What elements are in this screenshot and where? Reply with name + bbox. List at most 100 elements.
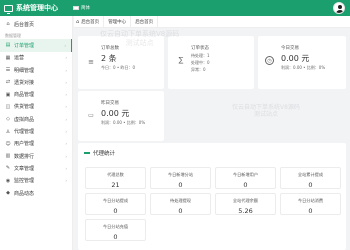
goods-icon: ▣ [5,91,11,98]
sidebar-item[interactable]: ☰ 明细管理 › [0,64,72,76]
dynamic-icon: ◆ [6,190,10,196]
sidebar-item-label: 商品动态 [14,190,35,197]
tab-label: 后台首页 [135,19,154,25]
user-icon: ☺ [5,140,11,147]
chevron-right-icon: › [65,153,67,159]
stat-value: 0 [178,207,183,215]
stat-value: 0 [243,181,248,189]
stat-label: 代理总数 [107,172,124,177]
chevron-right-icon: › [65,116,67,122]
tab-label: 管理中心 [108,19,127,25]
stat-label: 全站累计提成 [297,172,324,177]
chevron-right-icon: › [65,55,67,61]
tab-bar: ⌂ 后台首页 管理中心 后台首页 [74,15,350,28]
chevron-right-icon: › [65,178,67,184]
stat-value: 0 [178,181,183,189]
card-yesterday-trade: ▭ 昨日交易 0.00 元 利润：0.00 • 比例：0% [78,91,164,141]
sidebar-item-label: 后台首页 [14,21,35,28]
link-icon: ⇄ [5,79,11,86]
sidebar-item[interactable]: ▤ 订单管理 › [0,39,72,52]
card-value: 0.00 元 [101,109,130,118]
chevron-right-icon: › [65,79,67,85]
card-sub: 待处理：1 [191,53,210,58]
wallet-icon: ▭ [88,111,94,119]
chevron-right-icon: › [65,141,67,147]
card-sub: 异常：0 [191,67,206,72]
tab-dashboard[interactable]: 后台首页 [131,15,159,28]
sidebar-item[interactable]: ⇄ 透货对接 › [0,76,72,88]
card-sub: 利润：0.00 • 比例：0% [101,120,146,125]
language-switch[interactable]: 简体 [73,5,90,11]
sidebar-item[interactable]: ✎ 文章管理 › [0,162,72,174]
heading-bar [84,152,90,154]
sidebar-item[interactable]: ♙ 代理管理 › [0,125,72,137]
stats-title: 代理统计 [93,151,116,157]
top-header: 系统管理中心 [0,0,350,16]
chevron-right-icon: › [65,129,67,135]
sidebar-item-label: 供货管理 [14,104,35,111]
stat-cell: 待处理提现 0 [150,193,211,215]
card-label: 订单总数 [101,46,119,51]
sidebar-item-label: 文章管理 [14,165,35,172]
tab-home[interactable]: ⌂ 后台首页 [74,15,105,28]
user-avatar[interactable] [333,2,345,14]
tab-management[interactable]: 管理中心 [104,15,132,28]
stat-cell: 全站代理余额 5.26 [215,193,276,215]
sidebar-item-label: 商品管理 [14,92,35,99]
agent-stats-panel: 代理统计 代理总数 21 今日新增分站 0 今日新增用户 0 全站累计提成 0 今日分站提成 0 待… [78,143,346,250]
operate-icon: ▦ [5,54,11,61]
clock-icon: ◷ [265,56,274,65]
card-order-status: ∑ 订单状态 待处理：1 处理中：0 异常：0 [168,36,254,89]
stat-label: 今日新增用户 [232,172,259,177]
sidebar-item[interactable]: ☺ 用户管理 › [0,138,72,150]
sidebar-item-label: 监控管理 [14,178,35,185]
monitor-icon: ◉ [5,177,11,184]
stat-cell: 今日分站提成 0 [85,193,146,215]
sidebar-item[interactable]: ⌂ 后台首页 [0,18,72,30]
rank-icon: ▥ [5,153,11,160]
main-content: ≡ 订单总数 2 条 今日：0 • 昨日：0 ∑ 订单状态 待处理：1 处理中：… [74,28,350,250]
virtual-icon: ◇ [6,116,10,123]
stat-value: 21 [111,181,120,189]
sidebar-item-label: 运营 [14,55,25,62]
language-label: 简体 [81,6,90,11]
stat-value: 0 [113,233,118,241]
card-value: 0.00 元 [281,54,310,63]
order-icon: ▤ [5,42,11,49]
card-label: 订单状态 [191,46,209,51]
stat-cell: 全站累计提成 0 [280,167,341,189]
sidebar-item-label: 虚拟商品 [14,116,35,123]
stat-label: 全站代理余额 [232,198,259,203]
sidebar-item-label: 数据排行 [14,153,35,160]
card-label: 昨日交易 [101,101,119,106]
sidebar-item[interactable]: ▦ 运营 › [0,52,72,64]
stat-cell: 今日新增分站 0 [150,167,211,189]
card-label: 今日交易 [281,46,299,51]
sidebar: ⌂ 后台首页 数据管理 ▤ 订单管理 › ▦ 运营 › ☰ 明细管理 › ⇄ 透货对接 › ▣ 商品管理 › ◫ 供货… [0,16,73,250]
sidebar-item-label: 用户管理 [14,141,35,148]
sidebar-item[interactable]: ◫ 供货管理 › [0,101,72,113]
sidebar-item[interactable]: ◇ 虚拟商品 › [0,113,72,125]
chevron-right-icon: › [64,42,66,48]
logo[interactable]: 系统管理中心 [0,0,60,16]
article-icon: ✎ [5,165,11,172]
stat-value: 0 [308,207,313,215]
chevron-right-icon: › [65,67,67,73]
stat-cell: 代理总数 21 [85,167,146,189]
app-title: 系统管理中心 [16,4,58,12]
home-icon: ⌂ [76,18,80,25]
sidebar-item[interactable]: ▥ 数据排行 › [0,150,72,162]
card-order-total: ≡ 订单总数 2 条 今日：0 • 昨日：0 [78,36,164,89]
stats-heading: 代理统计 [84,149,115,157]
sidebar-item[interactable]: ◉ 监控管理 › [0,175,72,187]
sidebar-item-label: 代理管理 [14,129,35,136]
sidebar-item[interactable]: ◆ 商品动态 [0,187,72,199]
sidebar-item-label: 透货对接 [14,79,35,86]
sidebar-item[interactable]: ▣ 商品管理 › [0,88,72,100]
stat-value: 5.26 [238,207,253,215]
supply-icon: ◫ [5,103,11,110]
stat-label: 今日新增分站 [167,172,194,177]
card-today-trade: ◷ 今日交易 0.00 元 利润：0.00 • 比例：0% [258,36,346,89]
stat-cell: 今日分站充值 0 [85,219,146,241]
stat-label: 今日分站消费 [297,198,324,203]
